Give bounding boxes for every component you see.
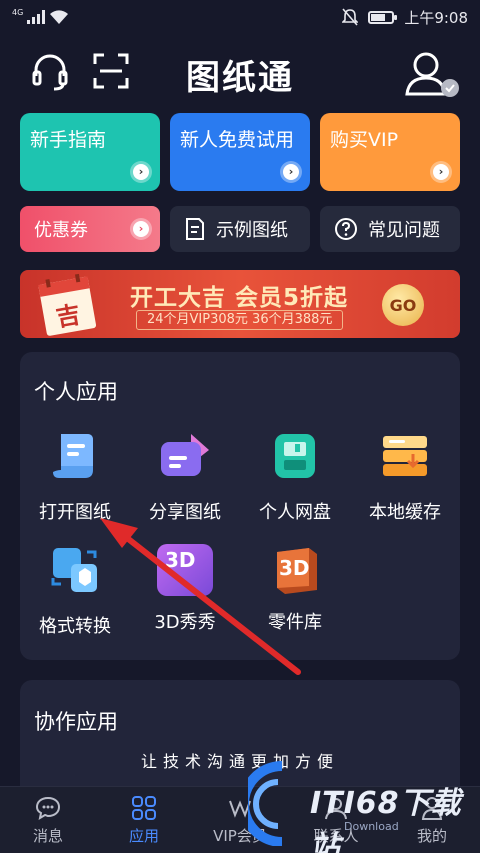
- chevron-right-icon: ›: [280, 161, 302, 183]
- watermark: ITI68下载站 Download: [248, 756, 480, 853]
- buy-vip-card[interactable]: 购买VIP ›: [320, 113, 460, 191]
- share-drawing-icon: [161, 434, 209, 476]
- message-icon: [35, 796, 61, 820]
- personal-apps-title: 个人应用: [34, 380, 118, 404]
- app-cloud-disk-label: 个人网盘: [259, 502, 331, 523]
- personal-apps-panel: 个人应用 打开图纸 分享图纸 个人网盘 本地缓存 格式转换 3D 3D秀秀 3D…: [20, 352, 460, 660]
- sample-drawing-label: 示例图纸: [216, 220, 288, 241]
- collab-apps-title: 协作应用: [34, 710, 118, 734]
- parts-library-badge: 3D: [279, 556, 310, 580]
- mute-bell-icon: [342, 8, 359, 26]
- app-open-drawing[interactable]: 打开图纸: [20, 430, 130, 524]
- clock: 上午9:08: [404, 8, 468, 27]
- app-3d-show[interactable]: 3D 3D秀秀: [130, 544, 240, 634]
- document-icon: [186, 218, 204, 240]
- chevron-right-icon: ›: [130, 218, 152, 240]
- signal-icon: [27, 10, 46, 24]
- free-trial-card[interactable]: 新人免费试用 ›: [170, 113, 310, 191]
- banner-subtitle: 24个月VIP308元 36个月388元: [136, 310, 344, 330]
- network-type: 4G: [12, 8, 24, 17]
- parts-library-icon: 3D: [267, 544, 323, 596]
- user-icon[interactable]: [404, 48, 464, 98]
- coupon-card[interactable]: 优惠券 ›: [20, 206, 160, 252]
- banner-go-button[interactable]: GO: [382, 284, 424, 326]
- format-convert-icon: [51, 548, 97, 592]
- faq-card[interactable]: 常见问题: [320, 206, 460, 252]
- app-share-drawing[interactable]: 分享图纸: [130, 430, 240, 524]
- wifi-icon: [50, 10, 69, 24]
- nav-apps[interactable]: 应用: [96, 787, 192, 853]
- nav-apps-label: 应用: [128, 826, 159, 845]
- 3d-show-icon: 3D: [157, 544, 213, 596]
- chevron-right-icon: ›: [130, 161, 152, 183]
- app-format-convert-label: 格式转换: [39, 616, 111, 637]
- guide-card[interactable]: 新手指南 ›: [20, 113, 160, 191]
- buy-vip-card-label: 购买VIP: [330, 129, 399, 151]
- coupon-card-label: 优惠券: [34, 220, 88, 241]
- app-share-drawing-label: 分享图纸: [149, 502, 221, 523]
- app-parts-library[interactable]: 3D 零件库: [240, 544, 350, 634]
- help-icon: [335, 218, 357, 240]
- app-cloud-disk[interactable]: 个人网盘: [240, 430, 350, 524]
- promo-banner[interactable]: 吉 开工大吉 会员5折起 24个月VIP308元 36个月388元 GO: [20, 270, 460, 338]
- watermark-sub: Download: [344, 820, 399, 833]
- apps-icon: [132, 795, 156, 820]
- app-3d-show-label: 3D秀秀: [154, 612, 216, 633]
- app-format-convert[interactable]: 格式转换: [20, 544, 130, 638]
- guide-card-label: 新手指南: [30, 129, 107, 151]
- free-trial-card-label: 新人免费试用: [180, 129, 295, 151]
- faq-label: 常见问题: [368, 220, 440, 241]
- nav-messages-label: 消息: [32, 826, 63, 845]
- 3d-show-badge: 3D: [165, 548, 196, 572]
- banner-title: 开工大吉 会员5折起: [130, 285, 349, 311]
- watermark-text: ITI68下载站: [310, 786, 462, 853]
- app-local-cache-label: 本地缓存: [369, 502, 441, 523]
- cloud-disk-icon: [275, 434, 315, 478]
- calendar-icon: 吉: [35, 270, 103, 338]
- sample-drawing-card[interactable]: 示例图纸: [170, 206, 310, 252]
- battery-icon: [368, 10, 398, 24]
- app-parts-library-label: 零件库: [268, 612, 322, 633]
- nav-messages[interactable]: 消息: [0, 787, 96, 853]
- app-open-drawing-label: 打开图纸: [39, 502, 111, 523]
- local-cache-icon: [383, 436, 427, 476]
- app-local-cache[interactable]: 本地缓存: [350, 430, 460, 524]
- header: 图纸通: [0, 40, 480, 106]
- status-bar: 4G 上午9:08: [0, 0, 480, 34]
- chevron-right-icon: ›: [430, 161, 452, 183]
- open-drawing-icon: [53, 434, 93, 478]
